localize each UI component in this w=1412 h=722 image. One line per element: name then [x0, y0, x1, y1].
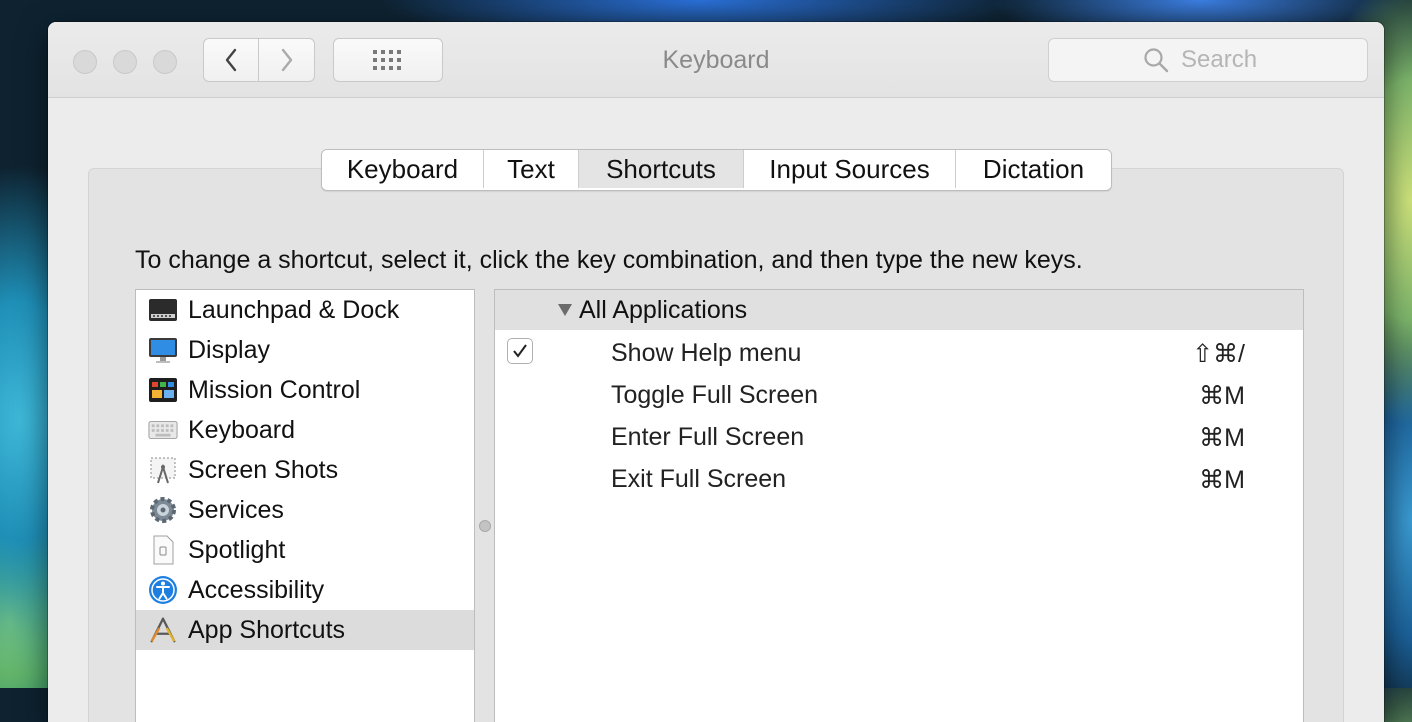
category-app-shortcuts[interactable]: App Shortcuts	[136, 610, 474, 650]
shortcut-keys[interactable]: ⌘M	[1199, 423, 1245, 453]
category-label: Keyboard	[188, 415, 296, 444]
category-label: Services	[188, 495, 284, 524]
preference-tabs: Keyboard Text Shortcuts Input Sources Di…	[321, 149, 1112, 191]
category-display[interactable]: Display	[136, 330, 474, 370]
instructions-text: To change a shortcut, select it, click t…	[135, 246, 1083, 274]
shortcuts-list: All Applications Show Help menu ⇧⌘/ Togg…	[494, 289, 1304, 722]
category-label: Accessibility	[188, 575, 325, 604]
category-label: Display	[188, 335, 270, 364]
tab-keyboard[interactable]: Keyboard	[322, 150, 484, 188]
tab-dictation[interactable]: Dictation	[956, 150, 1111, 188]
launchpad-dock-icon	[148, 295, 178, 325]
shortcut-name: Toggle Full Screen	[611, 381, 819, 409]
display-icon	[148, 335, 178, 365]
shortcut-row[interactable]: Toggle Full Screen ⌘M	[495, 372, 1303, 414]
search-input[interactable]	[1179, 45, 1273, 75]
checkmark-icon	[513, 344, 527, 358]
category-spotlight[interactable]: Spotlight	[136, 530, 474, 570]
search-field[interactable]	[1048, 38, 1368, 82]
app-shortcuts-icon	[148, 615, 178, 645]
shortcut-row[interactable]: Enter Full Screen ⌘M	[495, 414, 1303, 456]
category-label: Spotlight	[188, 535, 286, 564]
enable-shortcut-checkbox[interactable]	[507, 338, 533, 364]
accessibility-icon	[148, 575, 178, 605]
shortcut-row[interactable]: Exit Full Screen ⌘M	[495, 456, 1303, 498]
services-gear-icon	[148, 495, 178, 525]
keyboard-icon	[148, 415, 178, 445]
mission-control-icon	[148, 375, 178, 405]
split-view-divider-handle[interactable]	[479, 520, 491, 532]
keyboard-preferences-window: Keyboard Keyboard Text Shortcuts Input S…	[48, 22, 1384, 722]
category-label: Screen Shots	[188, 455, 339, 484]
shortcut-name: Exit Full Screen	[611, 465, 787, 493]
shortcut-keys[interactable]: ⇧⌘/	[1192, 339, 1245, 369]
category-mission-control[interactable]: Mission Control	[136, 370, 474, 410]
group-row-all-applications[interactable]: All Applications	[495, 290, 1303, 330]
shortcut-keys[interactable]: ⌘M	[1199, 465, 1245, 495]
group-label: All Applications	[579, 295, 748, 324]
search-icon	[1144, 48, 1169, 73]
tab-input-sources[interactable]: Input Sources	[744, 150, 956, 188]
disclosure-triangle-icon[interactable]	[557, 303, 573, 317]
category-label: Mission Control	[188, 375, 361, 404]
shortcut-name: Enter Full Screen	[611, 423, 805, 451]
shortcut-categories-list: Launchpad & Dock Display Mission Control…	[135, 289, 475, 722]
shortcut-name: Show Help menu	[611, 339, 802, 367]
shortcut-row[interactable]: Show Help menu ⇧⌘/	[495, 330, 1303, 372]
title-bar: Keyboard	[48, 22, 1384, 98]
category-label: App Shortcuts	[188, 615, 346, 644]
category-accessibility[interactable]: Accessibility	[136, 570, 474, 610]
category-screen-shots[interactable]: Screen Shots	[136, 450, 474, 490]
category-services[interactable]: Services	[136, 490, 474, 530]
tab-shortcuts[interactable]: Shortcuts	[579, 150, 744, 188]
tab-text[interactable]: Text	[484, 150, 579, 188]
category-keyboard[interactable]: Keyboard	[136, 410, 474, 450]
screen-shots-icon	[148, 455, 178, 485]
shortcut-keys[interactable]: ⌘M	[1199, 381, 1245, 411]
spotlight-icon	[148, 535, 178, 565]
category-label: Launchpad & Dock	[188, 295, 400, 324]
category-launchpad-dock[interactable]: Launchpad & Dock	[136, 290, 474, 330]
